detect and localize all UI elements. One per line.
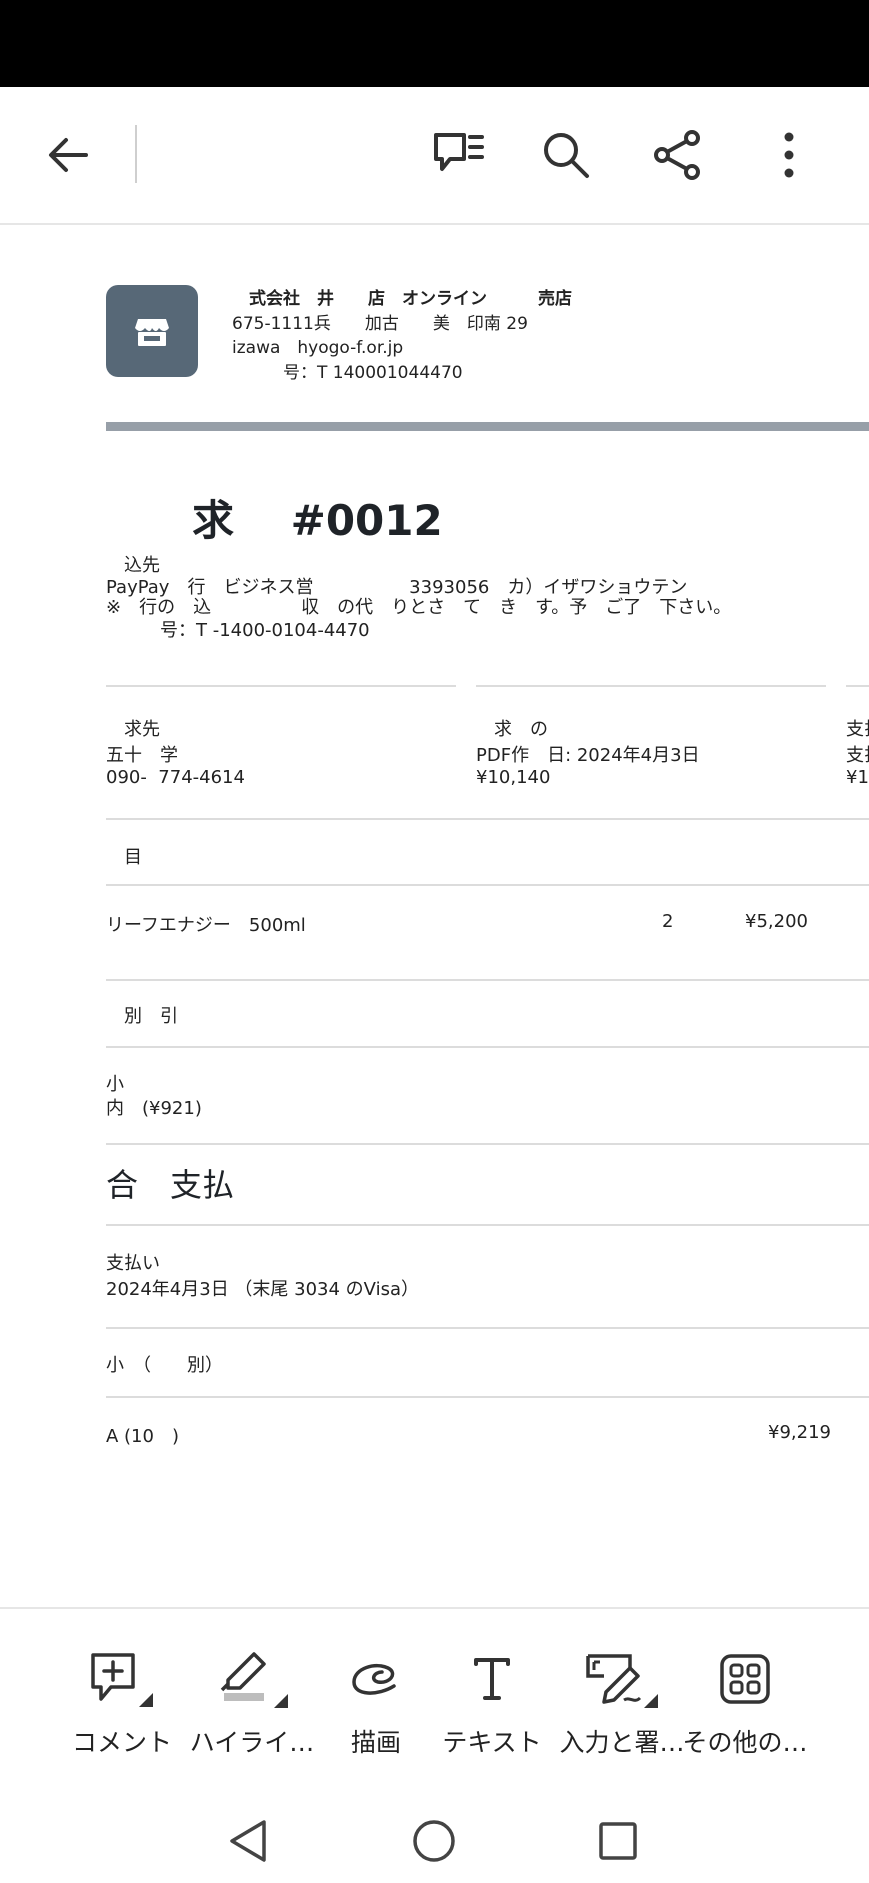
- draw-icon: [352, 1663, 396, 1695]
- storefront-icon: [135, 319, 169, 346]
- row-divider: [106, 884, 869, 886]
- highlight-tool-label: ハイライ…: [189, 1728, 315, 1757]
- row-divider: [106, 818, 869, 820]
- col-divider-1: [106, 685, 456, 687]
- text-tool[interactable]: テキスト: [427, 1649, 557, 1769]
- payment-col-heading: 支払: [846, 719, 869, 740]
- subtotal-breakdown: 小 （ 別）: [106, 1355, 223, 1376]
- row-divider: [106, 1143, 869, 1145]
- tax-rate-amount: ¥9,219: [768, 1422, 831, 1443]
- nav-home-icon: [413, 1820, 455, 1862]
- row-divider: [106, 1327, 869, 1329]
- store-logo: [106, 285, 198, 377]
- store-address: 675-1111兵 加古 美 印南 29: [232, 314, 528, 334]
- overflow-menu-button[interactable]: [751, 117, 827, 193]
- col-divider-2: [476, 685, 826, 687]
- nav-recents-icon: [599, 1822, 637, 1860]
- row-divider: [106, 1046, 869, 1048]
- more-vertical-icon: [784, 132, 794, 178]
- share-button[interactable]: [640, 117, 716, 193]
- tax-included-label: 内 (¥921): [106, 1098, 202, 1119]
- subtotal-label: 小: [106, 1074, 124, 1095]
- payment-detail: 2024年4月3日 （末尾 3034 のVisa）: [106, 1279, 420, 1300]
- more-tools-icon: [720, 1654, 770, 1704]
- highlight-tool[interactable]: ハイライ…: [187, 1649, 317, 1769]
- nav-home-button[interactable]: [404, 1811, 464, 1871]
- fill-sign-tool-label: 入力と署…: [559, 1728, 685, 1757]
- items-heading: 目: [106, 847, 142, 868]
- back-button[interactable]: [30, 117, 106, 193]
- pdf-page[interactable]: 式会社 井 店 オンライン 売店 675-1111兵 加古 美 印南 29 iz…: [0, 225, 869, 1607]
- back-arrow-icon: [49, 138, 88, 172]
- nav-back-button[interactable]: [218, 1811, 278, 1871]
- search-icon: [544, 133, 589, 178]
- discount-heading: 別 引: [106, 1006, 178, 1027]
- system-nav-bar: [0, 1797, 869, 1883]
- draw-tool-label: 描画: [350, 1728, 401, 1757]
- store-name: 式会社 井 店 オンライン 売店: [232, 289, 572, 309]
- fill-sign-icon: [586, 1654, 658, 1708]
- item-quantity: 2: [662, 911, 674, 932]
- draw-tool[interactable]: 描画: [311, 1649, 441, 1769]
- payment-col-amount: ¥10: [846, 767, 869, 788]
- col-divider-3: [846, 685, 869, 687]
- tax-rate-label: A (10 ): [106, 1426, 179, 1447]
- billing-heading: 求先: [106, 719, 160, 740]
- share-icon: [654, 130, 700, 180]
- comment-tool[interactable]: コメント: [57, 1649, 187, 1769]
- fill-sign-tool[interactable]: 入力と署…: [557, 1649, 687, 1769]
- comments-list-icon: [434, 133, 484, 171]
- store-registration-number: 号：T 140001044470: [232, 363, 463, 383]
- row-divider: [106, 1396, 869, 1398]
- item-price: ¥5,200: [745, 911, 808, 932]
- comments-button[interactable]: [420, 117, 496, 193]
- item-name: リーフエナジー 500ml: [106, 915, 306, 936]
- highlighter-icon: [220, 1652, 288, 1708]
- more-tools-label: その他の…: [682, 1728, 808, 1757]
- nav-back-icon: [230, 1820, 266, 1862]
- row-divider: [106, 979, 869, 981]
- text-tool-label: テキスト: [442, 1728, 542, 1757]
- status-bar: [0, 0, 869, 87]
- more-tools[interactable]: その他の…: [680, 1649, 810, 1769]
- comment-add-icon: [91, 1653, 153, 1707]
- total-payment-heading: 合 支払: [106, 1166, 235, 1204]
- registration-number: 号：T -1400-0104-4470: [106, 620, 370, 641]
- annotation-toolbar: コメント ハイライ… 描画 テキスト 入力と署… その他の…: [0, 1607, 869, 1799]
- invoice-amount: ¥10,140: [476, 767, 551, 788]
- payment-label: 支払い: [106, 1253, 160, 1274]
- row-divider: [106, 1224, 869, 1226]
- search-button[interactable]: [528, 117, 604, 193]
- header-divider: [106, 422, 869, 431]
- top-toolbar: [0, 87, 869, 225]
- toolbar-divider: [135, 125, 137, 183]
- text-icon: [474, 1658, 510, 1700]
- store-email: izawa hyogo-f.or.jp: [232, 338, 404, 358]
- billing-phone: 090- 774-4614: [106, 767, 245, 788]
- nav-recents-button[interactable]: [588, 1811, 648, 1871]
- invoice-title: 求 #0012: [150, 496, 443, 545]
- billing-name: 五十 学: [106, 745, 178, 766]
- comment-tool-label: コメント: [71, 1728, 172, 1757]
- invoice-info-heading: 求 の: [476, 719, 548, 740]
- invoice-created-date: PDF作 日: 2024年4月3日: [476, 745, 700, 766]
- payment-col-line: 支払: [846, 745, 869, 766]
